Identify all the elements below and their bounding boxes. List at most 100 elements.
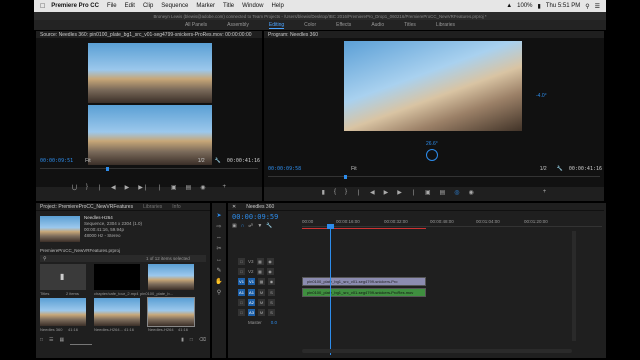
workspace-effects[interactable]: Effects [336, 22, 351, 28]
add-icon[interactable]: + [222, 184, 226, 190]
menu-help[interactable]: Help [271, 3, 283, 9]
lock-icon[interactable]: □ [40, 337, 43, 345]
add-icon[interactable]: + [543, 189, 547, 195]
battery-icon[interactable]: ▮ [538, 3, 541, 10]
vertical-scrollbar[interactable] [572, 231, 576, 341]
program-timecode[interactable]: 00:00:09:58 [268, 166, 301, 172]
mute-icon[interactable]: M [258, 289, 265, 296]
clock[interactable]: Thu 5:51 PM [546, 3, 580, 9]
marker-add-icon[interactable]: ▼ [257, 223, 262, 229]
video-clip[interactable]: pin0100_plate_bg1_src_v01-seg4799-snicke… [302, 277, 426, 286]
wrench-icon[interactable]: 🔧 [215, 158, 221, 164]
play-icon[interactable]: ▶ [125, 184, 130, 191]
search-icon[interactable]: ⚲ [585, 3, 589, 10]
track-target[interactable]: V1 [238, 278, 245, 285]
step-forward-icon[interactable]: ▶❘ [138, 184, 148, 191]
track-lock-icon[interactable]: □ [238, 309, 245, 316]
mark-out-icon[interactable]: } [345, 189, 347, 195]
extract-icon[interactable]: ▤ [440, 189, 446, 196]
workspace-audio[interactable]: Audio [371, 22, 384, 28]
workspace-titles[interactable]: Titles [404, 22, 416, 28]
workspace-color[interactable]: Color [304, 22, 316, 28]
tab-project[interactable]: Project: PremiereProCC_NewVRFeatures [40, 204, 133, 210]
play-icon[interactable]: ▶ [384, 189, 389, 196]
goto-out-icon[interactable]: ❘ [411, 189, 416, 196]
bin-thumbnail[interactable]: ▮ [40, 264, 86, 290]
vr-horizontal-angle[interactable]: -4.0° [536, 93, 547, 99]
source-fit[interactable]: Fit [85, 158, 91, 164]
snap-icon[interactable]: ∩ [241, 223, 245, 229]
close-icon[interactable]: ✕ [232, 204, 236, 210]
link-icon[interactable]: ☍ [248, 223, 253, 229]
lift-icon[interactable]: ▣ [425, 189, 431, 196]
workspace-assembly[interactable]: Assembly [227, 22, 249, 28]
clip-thumbnail[interactable] [94, 264, 140, 290]
track-lock-icon[interactable]: □ [238, 268, 245, 275]
zoom-slider[interactable] [70, 337, 93, 345]
mark-in-icon[interactable]: ⋃ [72, 184, 77, 191]
nest-icon[interactable]: ▣ [232, 223, 237, 229]
clip-thumbnail-selected[interactable] [147, 297, 195, 327]
mute-icon[interactable]: M [258, 309, 265, 316]
icon-view-icon[interactable]: ▦ [60, 337, 65, 345]
timeline-timecode[interactable]: 00:00:09:59 [232, 213, 278, 221]
hand-tool-icon[interactable]: ✋ [215, 277, 224, 286]
track-sync-icon[interactable]: ▦ [256, 258, 264, 265]
new-item-icon[interactable]: □ [190, 337, 193, 345]
source-page[interactable]: 1/2 [198, 158, 205, 164]
pen-tool-icon[interactable]: ✎ [215, 266, 224, 275]
track-label[interactable]: A1 [248, 289, 255, 296]
slip-tool-icon[interactable]: ↔ [215, 255, 224, 264]
vr-video-icon[interactable]: ◎ [454, 189, 459, 196]
track-label[interactable]: A2 [248, 299, 255, 306]
menu-file[interactable]: File [107, 3, 117, 9]
eye-icon[interactable]: ◉ [268, 278, 275, 285]
step-forward-icon[interactable]: ▶ [397, 189, 402, 196]
menu-sequence[interactable]: Sequence [161, 3, 188, 9]
menu-window[interactable]: Window [242, 3, 263, 9]
track-lock-icon[interactable]: □ [238, 258, 245, 265]
menu-title[interactable]: Title [223, 3, 234, 9]
mute-icon[interactable]: M [258, 299, 265, 306]
vr-angle-dial[interactable] [426, 149, 438, 161]
program-page[interactable]: 1/2 [540, 166, 547, 172]
overwrite-icon[interactable]: ▤ [186, 184, 192, 191]
track-lock-icon[interactable]: □ [238, 299, 245, 306]
camera-icon[interactable]: ◉ [469, 189, 474, 196]
audio-clip[interactable]: pin0100_plate_bg1_src_v01-seg4799-snicke… [302, 288, 426, 297]
solo-icon[interactable]: S [268, 309, 275, 316]
camera-icon[interactable]: ◉ [200, 184, 205, 191]
zoom-tool-icon[interactable]: ⚲ [215, 288, 224, 297]
step-back-icon[interactable]: ◀ [111, 184, 116, 191]
goto-in-icon[interactable]: ❘ [97, 184, 102, 191]
timeline-playhead[interactable] [330, 225, 331, 355]
trash-icon[interactable]: ⌫ [199, 337, 206, 345]
clip-thumbnail[interactable] [148, 264, 194, 290]
wrench-icon[interactable]: 🔧 [266, 223, 272, 229]
step-back-icon[interactable]: ◀ [370, 189, 375, 196]
track-sync-icon[interactable]: ▦ [258, 278, 265, 285]
goto-in-icon[interactable]: ❘ [356, 189, 361, 196]
tab-info[interactable]: Info [172, 204, 180, 210]
track-label[interactable]: V2 [248, 269, 254, 274]
clip-thumbnail[interactable] [40, 298, 86, 326]
source-title[interactable]: Source: Needles 360: pin0100_plate_bg1_s… [40, 32, 252, 38]
program-title[interactable]: Program: Needles 360 [268, 32, 318, 38]
clip-thumbnail[interactable] [94, 298, 140, 326]
source-playhead[interactable] [106, 167, 109, 171]
workspace-libraries[interactable]: Libraries [436, 22, 455, 28]
horizontal-scrollbar[interactable] [302, 349, 572, 353]
track-sync-icon[interactable]: ▦ [256, 268, 264, 275]
menu-clip[interactable]: Clip [143, 3, 153, 9]
marker-icon[interactable]: ▮ [322, 189, 325, 196]
menu-app[interactable]: Premiere Pro CC [51, 3, 99, 9]
tab-libraries[interactable]: Libraries [143, 204, 162, 210]
selection-tool-icon[interactable]: ➤ [215, 211, 224, 220]
settings-wrench-icon[interactable]: 🔧 [557, 166, 563, 172]
program-scrubber[interactable] [268, 175, 600, 180]
track-select-tool-icon[interactable]: ⇨ [215, 222, 224, 231]
eye-icon[interactable]: ◉ [266, 258, 274, 265]
workspace-editing[interactable]: Editing [268, 22, 285, 29]
solo-icon[interactable]: S [268, 299, 275, 306]
program-playhead[interactable] [344, 175, 347, 179]
